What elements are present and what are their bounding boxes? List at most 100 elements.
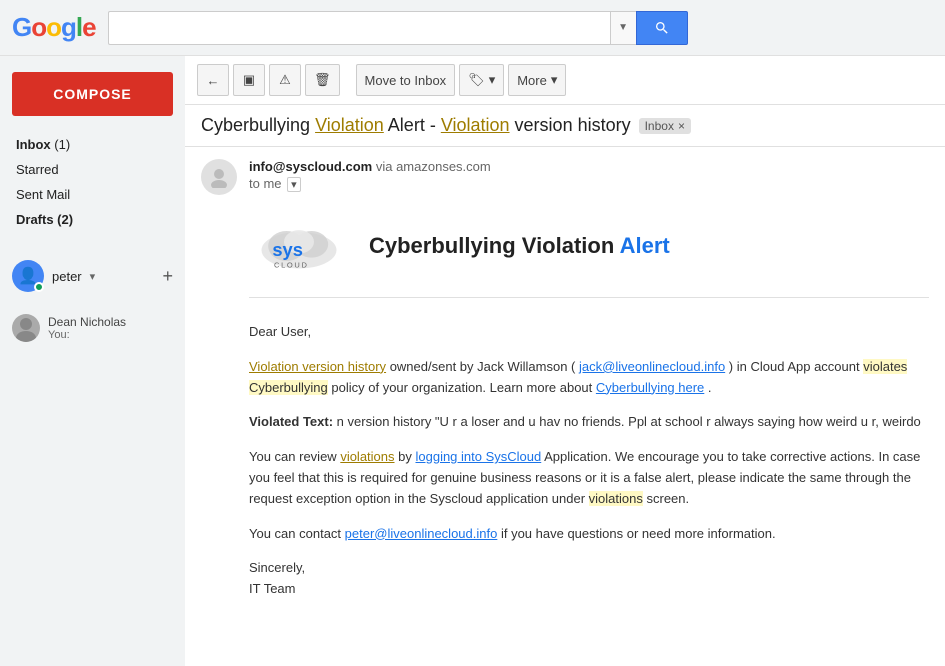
syscloud-logo: sys CLOUD (249, 211, 349, 281)
inbox-badge-label: Inbox (645, 119, 674, 133)
greeting-paragraph: Dear User, (249, 322, 929, 343)
para1: Violation version history owned/sent by … (249, 357, 929, 399)
inbox-badge: Inbox × (639, 118, 691, 134)
sender-to-row: to me ▾ (249, 176, 491, 192)
para4-text1: You can contact (249, 526, 345, 541)
para1-text3: policy of your organization. Learn more … (331, 380, 596, 395)
sender-details: info@syscloud.com via amazonses.com to m… (249, 159, 491, 192)
label-button[interactable]: 🏷 ▾ (459, 64, 504, 96)
headline-alert: Alert (620, 233, 670, 258)
para4-link1[interactable]: peter@liveonlinecloud.info (345, 526, 498, 541)
contact-you-label: You: (48, 329, 126, 341)
para4-text2: if you have questions or need more infor… (501, 526, 776, 541)
para2-bold: Violated Text: (249, 414, 333, 429)
para3-link1[interactable]: violations (340, 449, 394, 464)
back-icon: ← (207, 73, 220, 88)
user-avatar: 👤 (12, 260, 44, 292)
inbox-badge-close[interactable]: × (678, 119, 685, 133)
para2: Violated Text: n version history "U r a … (249, 412, 929, 433)
subject-violation2: Violation (441, 115, 510, 135)
delete-icon: 🗑 (314, 72, 331, 88)
sign-block: Sincerely, IT Team (249, 558, 929, 600)
recipient-dropdown[interactable]: ▾ (287, 177, 301, 192)
svg-text:CLOUD: CLOUD (274, 261, 309, 270)
para3-text4: screen. (647, 491, 690, 506)
para1-text1: owned/sent by Jack Willamson ( (390, 359, 576, 374)
toolbar: ← ▣ ⚠ 🗑 Move to Inbox 🏷 ▾ More ▾ (185, 56, 945, 105)
email-body: Dear User, Violation version history own… (249, 322, 929, 600)
sender-avatar-icon (208, 166, 230, 188)
search-submit-btn[interactable] (636, 11, 688, 45)
sidebar-inbox-label: Inbox (1) (16, 137, 70, 152)
para1-link1[interactable]: Violation version history (249, 359, 386, 374)
contact-info: Dean Nicholas You: (48, 315, 126, 341)
subject-bar: Cyberbullying Violation Alert - Violatio… (185, 105, 945, 147)
greeting-text: Dear User, (249, 324, 311, 339)
para1-end: . (708, 380, 712, 395)
para3-highlight1: violations (589, 491, 643, 506)
email-content: sys CLOUD Cyberbullying Violation Alert … (201, 211, 929, 600)
recipient-label: to me (249, 176, 282, 191)
para3-text2: by (398, 449, 415, 464)
back-button[interactable]: ← (197, 64, 229, 96)
sidebar-item-drafts[interactable]: Drafts (2) (0, 207, 185, 232)
sidebar-starred-label: Starred (16, 162, 59, 177)
contact-name: Dean Nicholas (48, 315, 126, 329)
spam-icon: ⚠ (279, 72, 291, 88)
top-bar: Google ▼ (0, 0, 945, 56)
contact-section: Dean Nicholas You: (0, 308, 185, 348)
sender-row: info@syscloud.com via amazonses.com to m… (201, 159, 929, 195)
sender-from: info@syscloud.com via amazonses.com (249, 159, 491, 174)
sidebar-item-inbox[interactable]: Inbox (1) (0, 132, 185, 157)
sidebar-sent-label: Sent Mail (16, 187, 70, 202)
spam-button[interactable]: ⚠ (269, 64, 301, 96)
subject-violation: Violation (315, 115, 384, 135)
delete-button[interactable]: 🗑 (305, 64, 340, 96)
search-icon (654, 20, 670, 36)
more-label: More (517, 73, 547, 88)
contact-avatar (12, 314, 40, 342)
more-button[interactable]: More ▾ (508, 64, 566, 96)
move-to-inbox-label: Move to Inbox (365, 73, 447, 88)
more-dropdown-icon: ▾ (551, 72, 558, 88)
para3-link2[interactable]: logging into SysCloud (415, 449, 541, 464)
archive-button[interactable]: ▣ (233, 64, 265, 96)
main-layout: COMPOSE Inbox (1) Starred Sent Mail Draf… (0, 56, 945, 666)
archive-icon: ▣ (243, 72, 255, 88)
sender-via-label: via (376, 159, 393, 174)
contact-avatar-img (12, 314, 40, 342)
search-dropdown-icon: ▼ (618, 22, 628, 33)
search-bar-container: ▼ (108, 11, 688, 45)
label-icon: 🏷 (468, 72, 485, 88)
sign-team: IT Team (249, 581, 295, 596)
para4: You can contact peter@liveonlinecloud.in… (249, 524, 929, 545)
email-headline: Cyberbullying Violation Alert (369, 233, 670, 259)
para1-text2: ) in Cloud App account (729, 359, 863, 374)
user-dropdown-icon: ▾ (90, 270, 96, 283)
content-area: ← ▣ ⚠ 🗑 Move to Inbox 🏷 ▾ More ▾ (185, 56, 945, 666)
headline-bold: Cyberbullying Violation (369, 233, 614, 258)
svg-text:sys: sys (272, 239, 303, 260)
sender-email: info@syscloud.com (249, 159, 372, 174)
email-area: info@syscloud.com via amazonses.com to m… (185, 147, 945, 666)
para1-link3[interactable]: Cyberbullying here (596, 380, 704, 395)
sidebar-drafts-label: Drafts (2) (16, 212, 73, 227)
sidebar-item-sent[interactable]: Sent Mail (0, 182, 185, 207)
sidebar: COMPOSE Inbox (1) Starred Sent Mail Draf… (0, 56, 185, 666)
sidebar-item-starred[interactable]: Starred (0, 157, 185, 182)
search-input[interactable] (108, 11, 610, 45)
search-dropdown-btn[interactable]: ▼ (610, 11, 636, 45)
user-online-dot (34, 282, 44, 292)
google-logo: Google (12, 12, 96, 43)
syscloud-logo-svg: sys CLOUD (249, 211, 349, 281)
compose-button[interactable]: COMPOSE (12, 72, 173, 116)
user-section[interactable]: 👤 peter ▾ + (0, 252, 185, 300)
sender-via-domain: amazonses.com (396, 159, 491, 174)
para2-text: n version history "U r a loser and u hav… (337, 414, 921, 429)
para3-text1: You can review (249, 449, 340, 464)
label-dropdown-icon: ▾ (489, 72, 496, 88)
syscloud-header: sys CLOUD Cyberbullying Violation Alert (249, 211, 929, 298)
add-account-button[interactable]: + (162, 266, 173, 287)
move-to-inbox-button[interactable]: Move to Inbox (356, 64, 456, 96)
para1-link2[interactable]: jack@liveonlinecloud.info (579, 359, 725, 374)
